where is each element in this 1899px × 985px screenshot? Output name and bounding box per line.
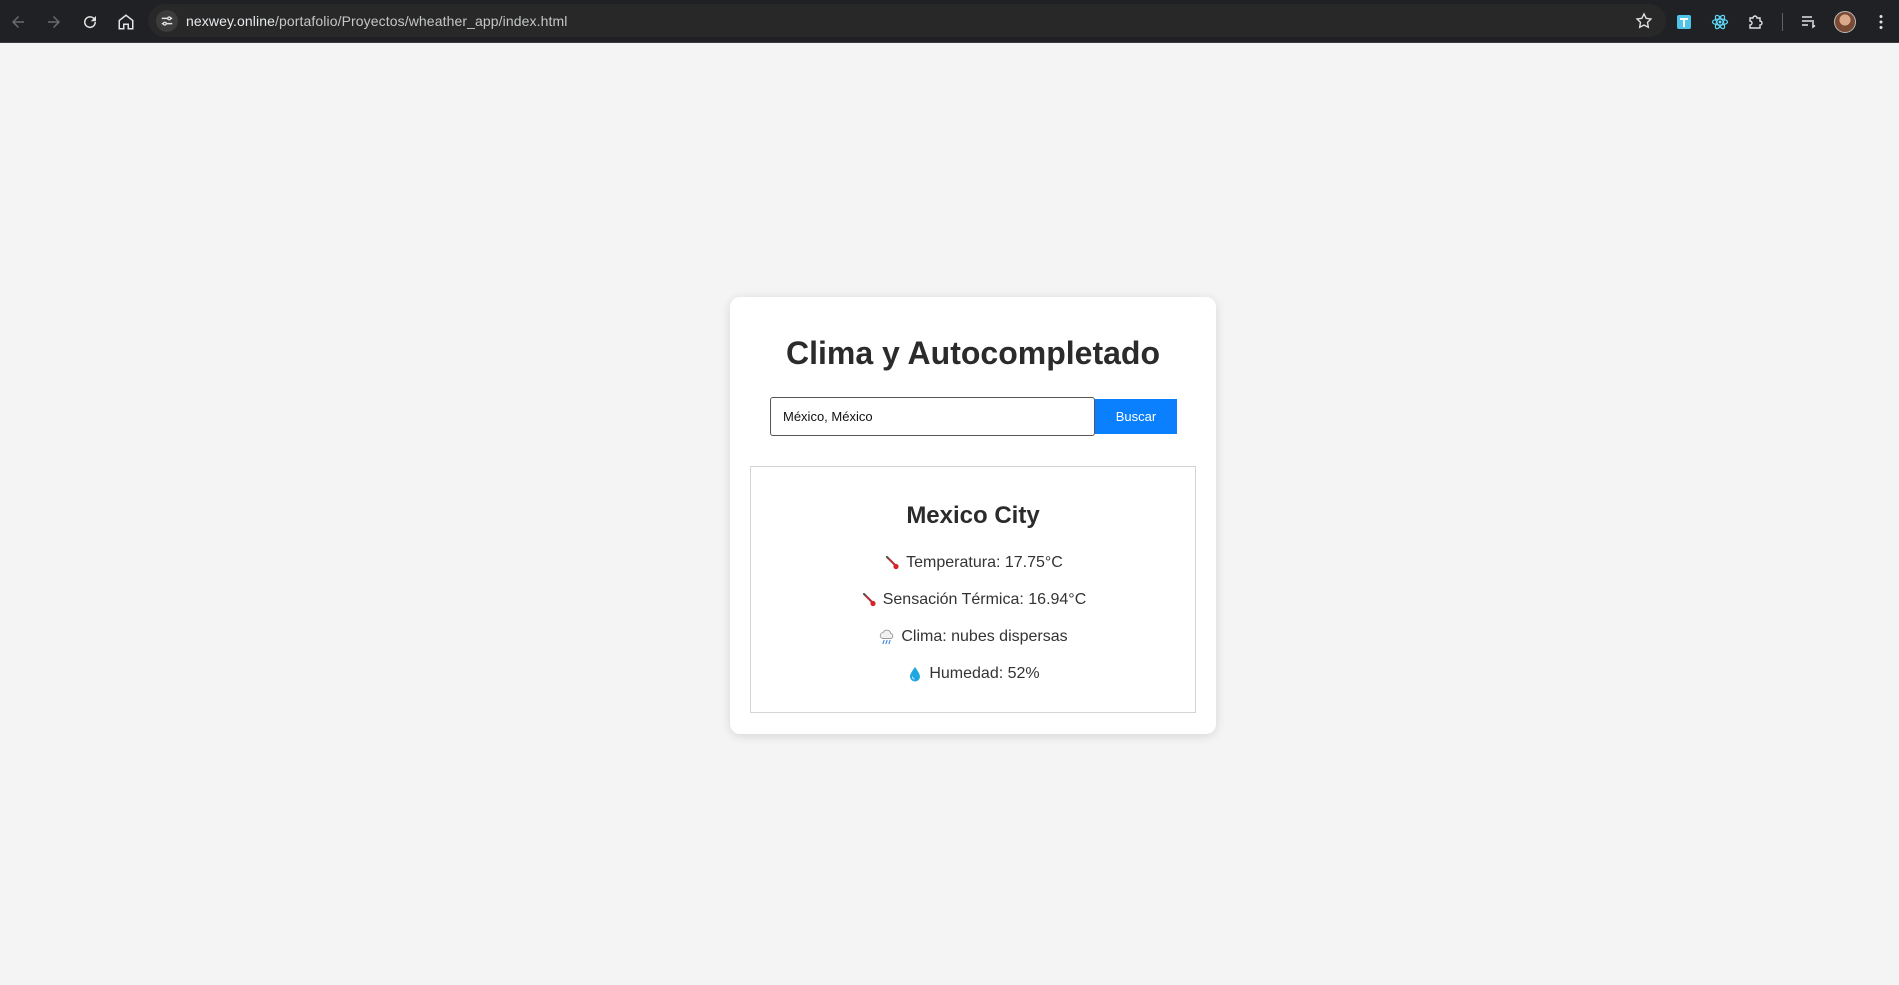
- thermometer-icon: [883, 554, 901, 572]
- profile-avatar[interactable]: [1827, 4, 1863, 40]
- humidity-line: Humedad: 52%: [751, 665, 1195, 683]
- extensions-puzzle-icon[interactable]: [1738, 4, 1774, 40]
- city-name: Mexico City: [906, 502, 1040, 529]
- nav-buttons: [0, 4, 144, 40]
- home-icon[interactable]: [108, 4, 144, 40]
- extension-t-icon[interactable]: [1666, 4, 1702, 40]
- react-devtools-icon[interactable]: [1702, 4, 1738, 40]
- browser-toolbar: nexwey.online/portafolio/Proyectos/wheat…: [0, 0, 1899, 43]
- site-settings-icon[interactable]: [156, 9, 178, 32]
- search-row: Buscar: [770, 397, 1177, 436]
- avatar: [1834, 10, 1856, 33]
- temperature-text: Temperatura: 17.75°C: [906, 554, 1063, 571]
- weather-result-panel: Mexico City Temperatura: 17.75°C Sensaci…: [750, 466, 1196, 713]
- feels-like-text: Sensación Térmica: 16.94°C: [882, 591, 1087, 608]
- url-host: nexwey.online: [186, 12, 275, 29]
- reading-list-icon[interactable]: [1791, 4, 1827, 40]
- feels-like-line: Sensación Térmica: 16.94°C: [751, 591, 1195, 609]
- extensions-area: [1666, 0, 1899, 43]
- url-text: nexwey.online/portafolio/Proyectos/wheat…: [186, 13, 567, 29]
- menu-kebab-icon[interactable]: [1863, 4, 1899, 40]
- bookmark-star-icon[interactable]: [1634, 11, 1654, 31]
- page-title: Clima y Autocompletado: [786, 335, 1160, 371]
- city-search-input[interactable]: [770, 397, 1095, 436]
- temperature-line: Temperatura: 17.75°C: [751, 554, 1195, 572]
- url-path: /portafolio/Proyectos/wheather_app/index…: [275, 12, 568, 29]
- toolbar-divider: [1782, 12, 1783, 31]
- back-icon[interactable]: [0, 4, 36, 40]
- weather-condition-text: Clima: nubes dispersas: [901, 628, 1068, 645]
- weather-card: Clima y Autocompletado Buscar Mexico Cit…: [730, 297, 1216, 734]
- address-bar[interactable]: nexwey.online/portafolio/Proyectos/wheat…: [148, 4, 1666, 37]
- droplet-icon: [906, 665, 924, 683]
- weather-condition-line: Clima: nubes dispersas: [751, 628, 1195, 646]
- cloud-rain-icon: [878, 628, 896, 646]
- reload-icon[interactable]: [72, 4, 108, 40]
- thermometer-icon: [860, 591, 878, 609]
- search-button[interactable]: Buscar: [1095, 399, 1177, 434]
- humidity-text: Humedad: 52%: [929, 665, 1040, 682]
- forward-icon[interactable]: [36, 4, 72, 40]
